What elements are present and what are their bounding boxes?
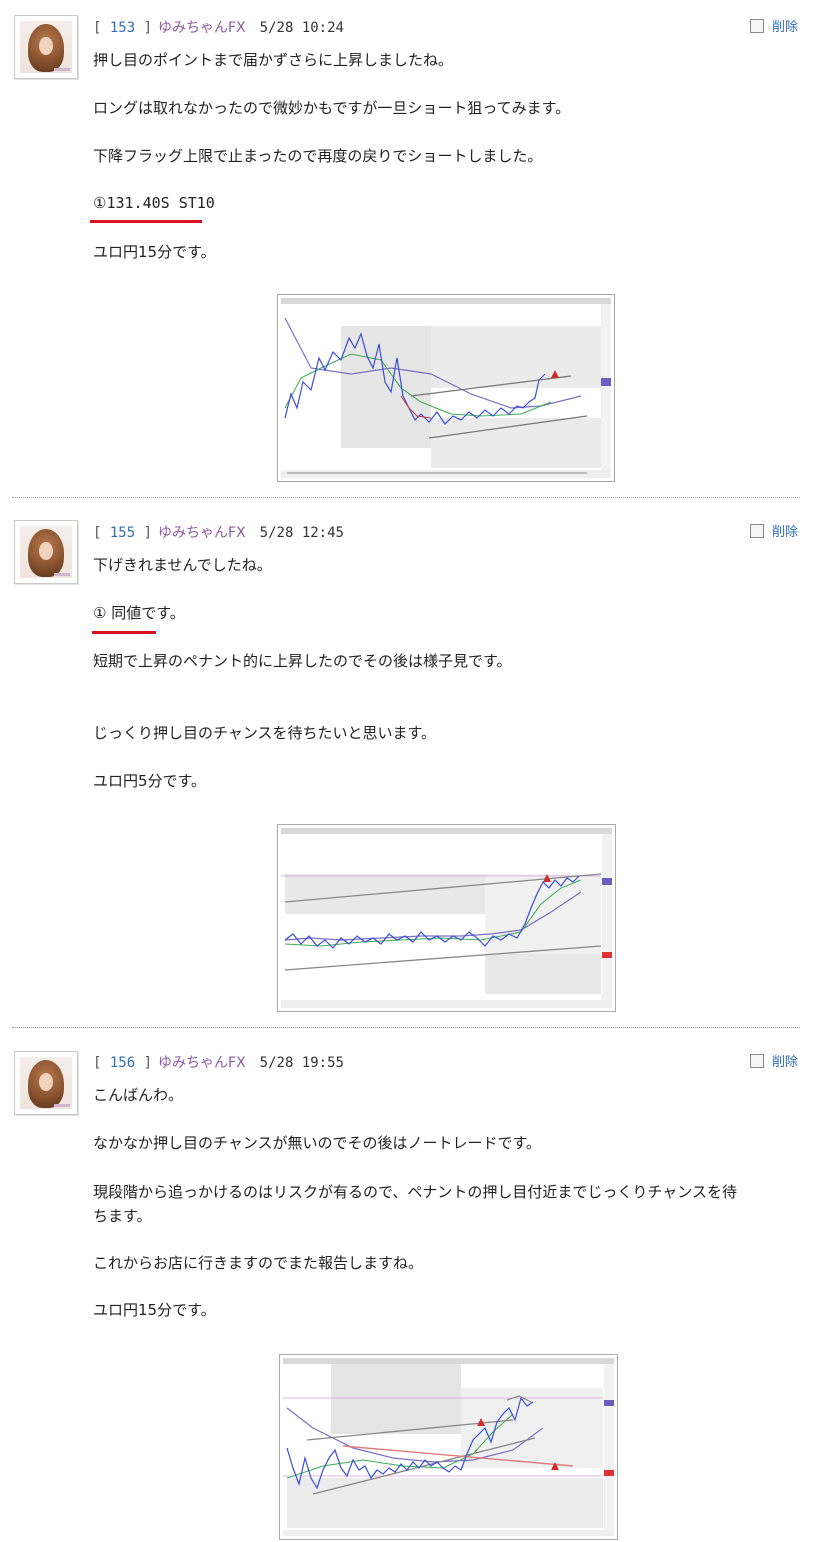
post-text-line: 現段階から追っかけるのはリスクが有るので、ペナントの押し目付近までじっくりチャン… bbox=[93, 1183, 737, 1201]
post-text-line: 短期で上昇のペナント的に上昇したのでその後は様子見です。 bbox=[93, 652, 512, 670]
post-date: 5/28 12:45 bbox=[259, 525, 344, 541]
post-separator bbox=[12, 497, 800, 498]
post-text-line: なかなか押し目のチャンスが無いのでその後はノートレードです。 bbox=[93, 1134, 542, 1152]
post-text-line: ユロ円15分です。 bbox=[93, 1301, 216, 1319]
post-text-line: ユロ円15分です。 bbox=[93, 243, 216, 261]
post-text-line: ロングは取れなかったので微妙かもですが一旦ショート狙ってみます。 bbox=[93, 99, 571, 117]
delete-control[interactable]: 削除 bbox=[749, 1053, 798, 1073]
post-text-line: ユロ円5分です。 bbox=[93, 772, 207, 790]
delete-control[interactable]: 削除 bbox=[749, 523, 798, 543]
chart-screenshot[interactable] bbox=[277, 824, 616, 1012]
post-text-line: 下降フラッグ上限で止まったので再度の戻りでショートしました。 bbox=[93, 147, 543, 165]
chart-screenshot[interactable] bbox=[279, 1354, 618, 1540]
post-date: 5/28 19:55 bbox=[259, 1055, 344, 1071]
delete-checkbox[interactable] bbox=[749, 19, 764, 33]
author-link[interactable]: ゆみちゃんFX bbox=[158, 20, 246, 36]
post-number-link[interactable]: 156 bbox=[110, 1055, 135, 1071]
delete-control[interactable]: 削除 bbox=[749, 18, 798, 38]
delete-label[interactable]: 削除 bbox=[772, 1055, 798, 1070]
post-text-line: ①131.40S ST10 bbox=[93, 194, 215, 212]
red-underline bbox=[90, 220, 202, 223]
red-underline bbox=[92, 631, 156, 634]
post-date: 5/28 10:24 bbox=[259, 20, 344, 36]
post-text-line: じっくり押し目のチャンスを待ちたいと思います。 bbox=[93, 724, 437, 742]
author-link[interactable]: ゆみちゃんFX bbox=[158, 1055, 246, 1071]
post-text-line: ちます。 bbox=[93, 1207, 152, 1225]
post-number-link[interactable]: 155 bbox=[110, 525, 135, 541]
post-number-link[interactable]: 153 bbox=[110, 20, 135, 36]
author-link[interactable]: ゆみちゃんFX bbox=[158, 525, 246, 541]
post-header: [ 155 ] ゆみちゃんFX 5/28 12:45 bbox=[93, 525, 344, 541]
post-text-line: 押し目のポイントまで届かずさらに上昇しましたね。 bbox=[93, 51, 454, 69]
post-text-line: こんばんわ。 bbox=[93, 1086, 184, 1104]
delete-label[interactable]: 削除 bbox=[772, 20, 798, 35]
delete-checkbox[interactable] bbox=[749, 1054, 764, 1068]
post-header: [ 156 ] ゆみちゃんFX 5/28 19:55 bbox=[93, 1055, 344, 1071]
avatar[interactable] bbox=[14, 15, 78, 79]
post-text-line: 下げきれませんでしたね。 bbox=[93, 556, 272, 574]
delete-checkbox[interactable] bbox=[749, 524, 764, 538]
post-text-line: これからお店に行きますのでまた報告しますね。 bbox=[93, 1254, 424, 1272]
post-header: [ 153 ] ゆみちゃんFX 5/28 10:24 bbox=[93, 20, 344, 36]
avatar[interactable] bbox=[14, 520, 78, 584]
post-separator bbox=[12, 1027, 800, 1028]
chart-screenshot[interactable] bbox=[277, 294, 615, 482]
delete-label[interactable]: 削除 bbox=[772, 525, 798, 540]
avatar[interactable] bbox=[14, 1051, 78, 1115]
post-text-line: ① 同値です。 bbox=[93, 604, 185, 622]
